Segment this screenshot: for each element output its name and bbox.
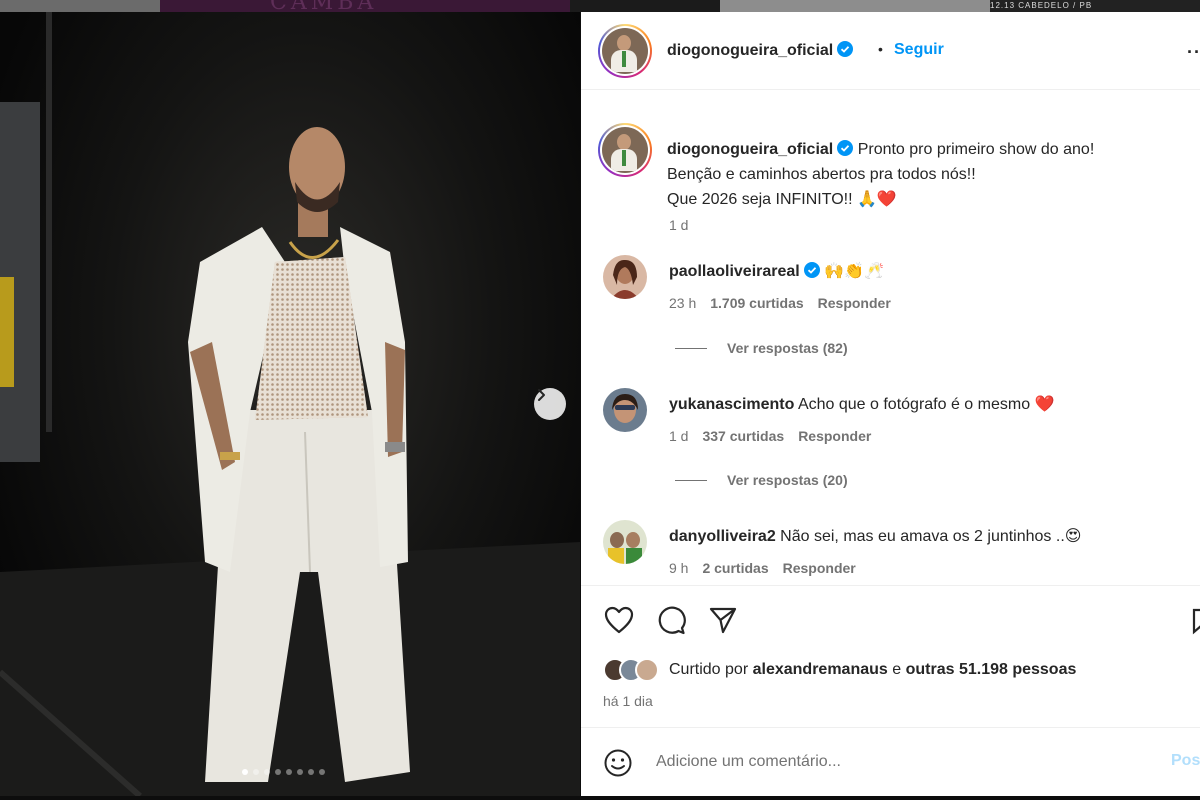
view-replies-button[interactable]: Ver respostas (82) [675, 340, 848, 356]
comment-time[interactable]: 9 h [669, 560, 688, 576]
carousel-dot [308, 769, 314, 775]
view-replies-button[interactable]: Ver respostas (20) [675, 472, 848, 488]
more-options-icon[interactable]: ··· [1187, 42, 1200, 63]
post-media[interactable] [0, 12, 580, 796]
view-replies-label[interactable]: Ver respostas (20) [727, 472, 848, 488]
background-tile: CAMBA [160, 0, 570, 15]
comment-body: 🙌👏🥂 [824, 263, 884, 280]
caption-line: Pronto pro primeiro show do ano! [857, 141, 1095, 158]
carousel-dot [319, 769, 325, 775]
carousel-dot [286, 769, 292, 775]
comment-time[interactable]: 23 h [669, 295, 696, 311]
background-tile-text: 12.13 CABEDELO / PB [990, 1, 1093, 10]
background-tile [720, 0, 990, 12]
comment-button[interactable] [655, 604, 687, 636]
comment-time[interactable]: 1 d [669, 428, 688, 444]
caption-line: Que 2026 seja INFINITO!! 🙏❤️ [667, 191, 897, 208]
header-separator: • [878, 41, 883, 57]
likes-conjunction: e [892, 661, 902, 678]
comment-likes[interactable]: 337 curtidas [702, 428, 784, 444]
verified-badge-icon [837, 140, 854, 156]
share-button[interactable] [707, 604, 739, 636]
carousel-dot [242, 769, 248, 775]
comment-meta: 1 d 337 curtidas Responder [669, 428, 885, 444]
reply-button[interactable]: Responder [818, 295, 891, 311]
avatar[interactable] [598, 24, 652, 78]
likes-prefix: Curtido por [669, 661, 749, 678]
background-tile [0, 0, 160, 12]
reply-button[interactable]: Responder [783, 560, 856, 576]
carousel-dot [253, 769, 259, 775]
commenter-username[interactable]: yukanascimento [669, 396, 794, 413]
bookmark-icon[interactable] [1191, 604, 1200, 636]
background-tile: 12.13 CABEDELO / PB [990, 0, 1200, 12]
avatar[interactable] [598, 123, 652, 177]
chevron-right-icon [538, 389, 545, 401]
caption-timestamp[interactable]: 1 d [669, 217, 688, 233]
caption-username[interactable]: diogonogueira_oficial [667, 141, 833, 158]
divider [675, 479, 707, 481]
liker-avatar [635, 658, 659, 682]
comment-likes[interactable]: 2 curtidas [702, 560, 768, 576]
comment-icon [658, 606, 686, 635]
post-panel: diogonogueira_oficial • Seguir ··· diogo… [581, 12, 1200, 796]
comment-text: danyolliveira2 Não sei, mas eu amava os … [669, 526, 1081, 546]
comment-text: paollaoliveirareal 🙌👏🥂 [669, 261, 884, 281]
caption-text: diogonogueira_oficial Pronto pro primeir… [667, 137, 1187, 212]
carousel-dot [264, 769, 270, 775]
comment-composer: Pos [581, 727, 1200, 797]
send-icon [709, 607, 737, 634]
view-replies-label[interactable]: Ver respostas (82) [727, 340, 848, 356]
divider [675, 347, 707, 349]
commenter-avatar[interactable] [603, 388, 647, 432]
post-comment-button[interactable]: Pos [1171, 752, 1200, 770]
author-username[interactable]: diogonogueira_oficial [667, 41, 854, 60]
carousel-dot [297, 769, 303, 775]
carousel-indicator [242, 769, 325, 775]
post-header: diogonogueira_oficial • Seguir ··· [581, 12, 1200, 90]
comment-body: Não sei, mas eu amava os 2 juntinhos ..😍 [780, 528, 1082, 545]
comment-body: Acho que o fotógrafo é o mesmo ❤️ [797, 396, 1055, 413]
comment-likes[interactable]: 1.709 curtidas [710, 295, 803, 311]
verified-badge-icon [837, 41, 854, 57]
reply-button[interactable]: Responder [798, 428, 871, 444]
liker-username[interactable]: alexandremanaus [753, 661, 888, 678]
comment-text: yukanascimento Acho que o fotógrafo é o … [669, 394, 1054, 414]
post-photo [0, 12, 580, 796]
comment-input[interactable] [656, 750, 1136, 774]
likes-count[interactable]: outras 51.198 pessoas [906, 661, 1077, 678]
comment-meta: 9 h 2 curtidas Responder [669, 560, 870, 576]
author-username-text[interactable]: diogonogueira_oficial [667, 42, 833, 59]
commenter-username[interactable]: paollaoliveirareal [669, 263, 800, 280]
post-timestamp[interactable]: há 1 dia [603, 693, 653, 709]
likes-text: Curtido por alexandremanaus e outras 51.… [669, 661, 1076, 679]
commenter-avatar[interactable] [603, 520, 647, 564]
next-photo-button[interactable] [534, 388, 566, 420]
verified-badge-icon [803, 262, 820, 278]
follow-button[interactable]: Seguir [894, 41, 944, 59]
caption-line: Benção e caminhos abertos pra todos nós!… [667, 166, 976, 183]
emoji-icon[interactable] [603, 748, 633, 778]
likes-summary[interactable]: Curtido por alexandremanaus e outras 51.… [603, 658, 1076, 682]
action-buttons [603, 604, 739, 636]
commenter-username[interactable]: danyolliveira2 [669, 528, 776, 545]
like-button[interactable] [603, 604, 635, 636]
commenter-avatar[interactable] [603, 255, 647, 299]
carousel-dot [275, 769, 281, 775]
heart-icon [604, 606, 634, 634]
comment-meta: 23 h 1.709 curtidas Responder [669, 295, 905, 311]
background-strip: CAMBA 12.13 CABEDELO / PB [0, 0, 1200, 15]
post-actions-section: Curtido por alexandremanaus e outras 51.… [581, 585, 1200, 796]
